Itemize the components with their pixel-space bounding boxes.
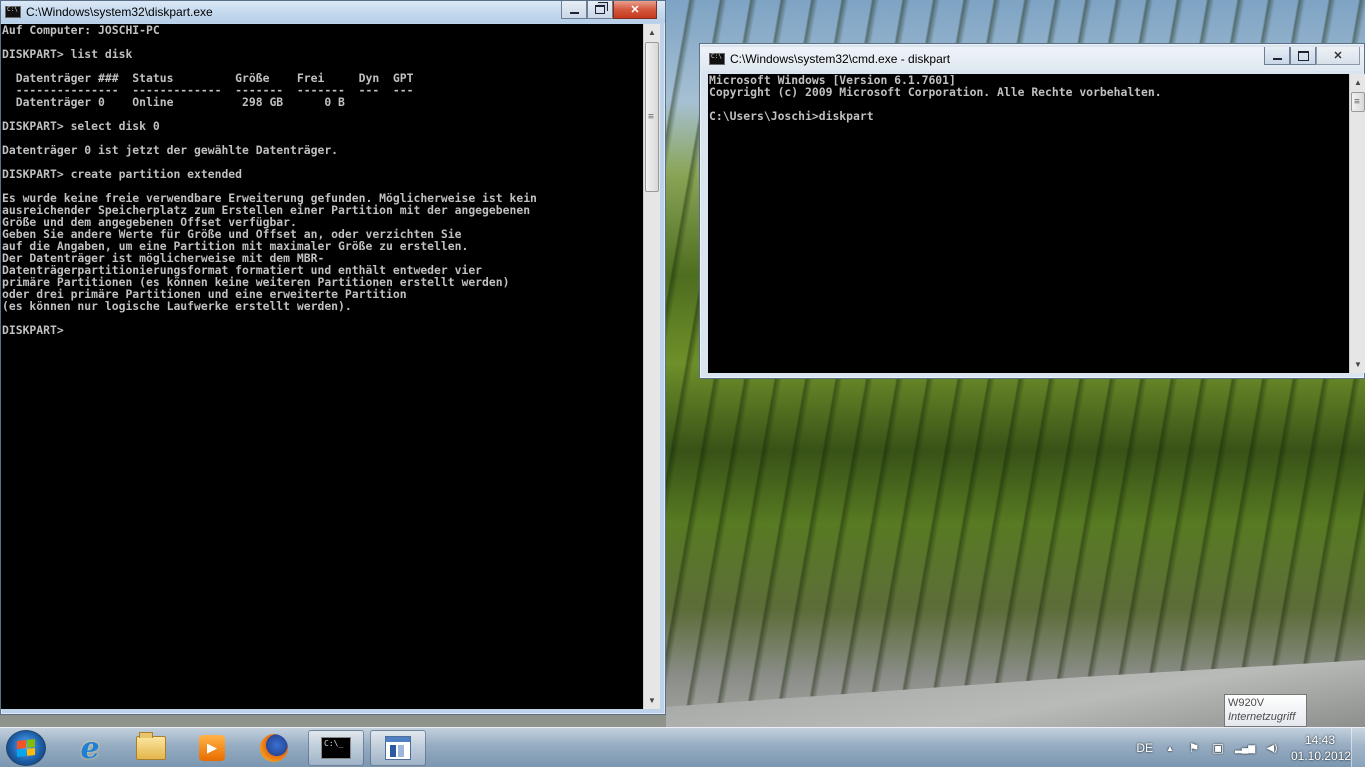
scroll-thumb[interactable] (1351, 92, 1365, 112)
cmd-console-output[interactable]: Microsoft Windows [Version 6.1.7601] Copy… (708, 74, 1349, 373)
volume-icon[interactable]: ◀) (1263, 743, 1281, 754)
console-line: DISKPART> (2, 323, 64, 337)
diskpart-window[interactable]: C:\Windows\system32\diskpart.exe ✕ Auf C… (0, 0, 666, 715)
internet-explorer-icon: e (80, 730, 100, 766)
console-line: Copyright (c) 2009 Microsoft Corporation… (709, 85, 1162, 99)
power-icon[interactable]: ▣ (1211, 741, 1225, 755)
taskbar-internet-explorer[interactable]: e (62, 730, 118, 766)
start-button[interactable] (6, 730, 46, 766)
scroll-up-arrow-icon[interactable]: ▲ (644, 24, 660, 41)
action-center-flag-icon[interactable]: ⚑ (1187, 741, 1201, 755)
console-line: (es können nur logische Laufwerke erstel… (2, 299, 352, 313)
network-signal-icon[interactable]: ▂▄▆ (1235, 743, 1255, 754)
cmd-titlebar[interactable]: C:\Windows\system32\cmd.exe - diskpart ✕ (700, 47, 1364, 71)
taskbar-firefox[interactable] (246, 730, 302, 766)
cmd-icon: C:\_ (321, 737, 351, 759)
tooltip-subtitle: Internetzugriff (1228, 711, 1296, 723)
clock-date: 01.10.2012 (1291, 749, 1352, 763)
cmd-window-icon[interactable] (709, 53, 725, 65)
windows-logo-icon (17, 739, 35, 757)
scroll-up-arrow-icon[interactable]: ▲ (1350, 74, 1365, 91)
show-desktop-button[interactable] (1351, 728, 1365, 767)
cmd-window[interactable]: C:\Windows\system32\cmd.exe - diskpart ✕… (699, 43, 1365, 379)
console-line: Datenträger 0 Online 298 GB 0 B (2, 95, 345, 109)
diskpart-console-output[interactable]: Auf Computer: JOSCHI-PC DISKPART> list di… (1, 24, 643, 709)
console-line: Datenträger 0 ist jetzt der gewählte Dat… (2, 143, 339, 157)
cmd-scrollbar[interactable]: ▲ ▼ (1349, 74, 1365, 373)
diskpart-window-title: C:\Windows\system32\diskpart.exe (26, 5, 213, 19)
cmd-window-title: C:\Windows\system32\cmd.exe - diskpart (730, 52, 951, 66)
console-line: Auf Computer: JOSCHI-PC (2, 24, 160, 37)
console-line: C:\Users\Joschi>diskpart (709, 109, 874, 123)
diskpart-scrollbar[interactable]: ▲ ▼ (643, 24, 660, 709)
clock-time: 14:43 (1304, 733, 1336, 747)
diskpart-restore-button[interactable] (587, 1, 613, 19)
tooltip-title: W920V (1228, 697, 1265, 709)
console-line: DISKPART> list disk (2, 47, 133, 61)
taskbar-diskpart[interactable] (370, 730, 426, 766)
explorer-folder-icon (136, 732, 166, 760)
network-tooltip: W920V Internetzugriff (1224, 694, 1307, 727)
system-tray: DE ▲ ⚑ ▣ ▂▄▆ ◀) 14:43 01.10.2012 (1136, 728, 1352, 767)
diskpart-close-button[interactable]: ✕ (613, 1, 657, 19)
diskpart-window-icon[interactable] (5, 6, 21, 18)
diskpart-minimize-button[interactable] (561, 1, 587, 19)
taskbar-cmd[interactable]: C:\_ (308, 730, 364, 766)
firefox-icon (260, 734, 288, 762)
console-line: DISKPART> create partition extended (2, 167, 243, 181)
taskbar-media-player[interactable]: ▶ (184, 730, 240, 766)
scroll-thumb[interactable] (645, 42, 659, 192)
cmd-minimize-button[interactable] (1264, 47, 1290, 65)
media-player-icon: ▶ (199, 735, 225, 761)
cmd-close-button[interactable]: ✕ (1316, 47, 1360, 65)
diskpart-icon (385, 736, 411, 760)
cmd-maximize-button[interactable] (1290, 47, 1316, 65)
scroll-down-arrow-icon[interactable]: ▼ (644, 692, 660, 709)
console-line: DISKPART> select disk 0 (2, 119, 160, 133)
taskbar-explorer[interactable] (123, 730, 179, 766)
show-hidden-icons-icon[interactable]: ▲ (1163, 744, 1177, 753)
taskbar: e ▶ C:\_ DE ▲ ⚑ ▣ ▂▄▆ ◀) 14:43 01.10.201… (0, 727, 1365, 767)
clock[interactable]: 14:43 01.10.2012 (1291, 732, 1352, 764)
language-indicator[interactable]: DE (1136, 741, 1153, 755)
diskpart-titlebar[interactable]: C:\Windows\system32\diskpart.exe ✕ (1, 1, 665, 23)
scroll-down-arrow-icon[interactable]: ▼ (1350, 356, 1365, 373)
